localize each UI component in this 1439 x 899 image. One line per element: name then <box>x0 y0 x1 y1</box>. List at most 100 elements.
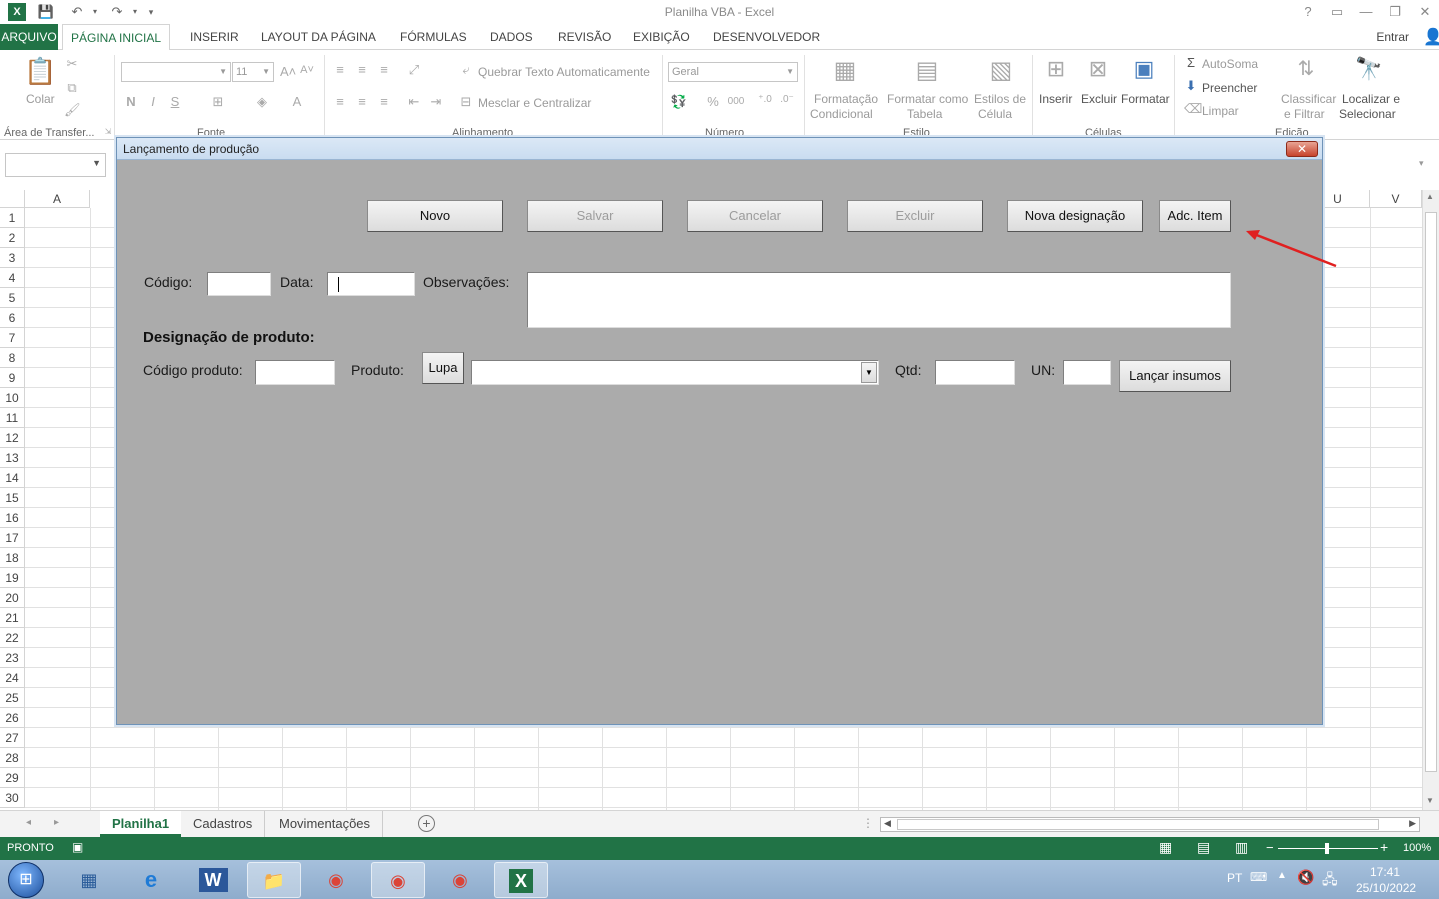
orientation-icon[interactable]: ⤢ <box>406 62 422 78</box>
clear-icon[interactable]: ⌫ <box>1184 101 1202 117</box>
name-box[interactable]: ▼ <box>5 153 106 177</box>
align-center-icon[interactable]: ≡ <box>354 94 370 109</box>
row-header[interactable]: 15 <box>0 488 25 508</box>
macro-record-icon[interactable]: ▣ <box>72 840 83 854</box>
copy-icon[interactable]: ⧉ <box>64 80 80 96</box>
format-cells-icon[interactable]: ▣ <box>1130 56 1158 82</box>
row-header[interactable]: 7 <box>0 328 25 348</box>
align-bottom-icon[interactable]: ≡ <box>376 62 392 77</box>
ie-taskbar-icon[interactable]: e <box>124 862 178 898</box>
zoom-in-icon[interactable]: + <box>1380 839 1388 855</box>
clear-button[interactable]: Limpar <box>1202 104 1239 118</box>
vertical-scrollbar[interactable]: ▲ ▼ <box>1422 190 1439 810</box>
format-cells-button[interactable]: Formatar <box>1121 92 1170 106</box>
autosum-icon[interactable]: Σ <box>1184 55 1198 70</box>
font-size-combo[interactable]: 11 ▼ <box>232 62 274 82</box>
normal-view-icon[interactable]: ▦ <box>1159 839 1172 856</box>
sort-filter-icon[interactable]: ⇅ <box>1292 56 1320 81</box>
tab-desenvolvedor[interactable]: DESENVOLVEDOR <box>705 24 828 50</box>
font-color-icon[interactable]: A <box>290 94 304 109</box>
tab-revisao[interactable]: REVISÃO <box>550 24 619 50</box>
underline-button[interactable]: S <box>168 94 182 109</box>
tab-inserir[interactable]: INSERIR <box>182 24 247 50</box>
horizontal-scroll-thumb[interactable] <box>897 819 1379 830</box>
vertical-scroll-thumb[interactable] <box>1425 212 1437 772</box>
column-header-v[interactable]: V <box>1370 190 1422 208</box>
align-middle-icon[interactable]: ≡ <box>354 62 370 77</box>
thousands-button[interactable]: 000 <box>726 96 746 107</box>
tab-layout[interactable]: LAYOUT DA PÁGINA <box>253 24 384 50</box>
row-header[interactable]: 30 <box>0 788 25 808</box>
row-header[interactable]: 1 <box>0 208 25 228</box>
row-header[interactable]: 29 <box>0 768 25 788</box>
conditional-format-icon[interactable]: ▦ <box>830 56 860 85</box>
row-header[interactable]: 13 <box>0 448 25 468</box>
data-input[interactable] <box>327 272 415 296</box>
tab-pagina-inicial[interactable]: PÁGINA INICIAL <box>62 24 171 51</box>
font-name-combo[interactable]: ▼ <box>121 62 231 82</box>
horizontal-scrollbar[interactable]: ◀ ▶ <box>880 817 1420 832</box>
row-header[interactable]: 11 <box>0 408 25 428</box>
codigo-input[interactable] <box>207 272 271 296</box>
chrome-taskbar-icon[interactable]: ◉ <box>309 862 363 898</box>
formula-expand-icon[interactable]: ▾ <box>1419 158 1424 169</box>
tab-arquivo[interactable]: ARQUIVO <box>0 24 58 50</box>
align-left-icon[interactable]: ≡ <box>332 94 348 109</box>
sort-filter-line1[interactable]: Classificar <box>1281 92 1336 106</box>
row-header[interactable]: 19 <box>0 568 25 588</box>
insert-cells-button[interactable]: Inserir <box>1039 92 1072 106</box>
delete-cells-icon[interactable]: ⊠ <box>1084 56 1112 82</box>
restore-icon[interactable]: ❐ <box>1385 3 1405 21</box>
cell-styles-icon[interactable]: ▧ <box>986 56 1016 85</box>
row-header[interactable]: 22 <box>0 628 25 648</box>
format-painter-icon[interactable]: 🖌 <box>64 102 81 118</box>
lupa-button[interactable]: Lupa <box>422 352 464 384</box>
row-header[interactable]: 25 <box>0 688 25 708</box>
delete-cells-button[interactable]: Excluir <box>1081 92 1117 106</box>
userform-close-button[interactable]: ✕ <box>1286 141 1318 157</box>
row-header[interactable]: 2 <box>0 228 25 248</box>
calculator-taskbar-icon[interactable]: ▦ <box>62 862 116 898</box>
row-header[interactable]: 23 <box>0 648 25 668</box>
keyboard-icon[interactable]: ⌨ <box>1250 870 1267 884</box>
add-sheet-icon[interactable]: + <box>418 815 435 832</box>
tab-split-handle[interactable]: ⋮ <box>862 816 874 830</box>
word-taskbar-icon[interactable]: W <box>186 862 240 898</box>
currency-icon[interactable]: 💱 <box>670 94 688 110</box>
name-box-dropdown-icon[interactable]: ▼ <box>92 158 101 168</box>
italic-button[interactable]: I <box>146 94 160 109</box>
format-as-table-line2[interactable]: Tabela <box>907 107 942 121</box>
sort-filter-line2[interactable]: e Filtrar <box>1284 107 1325 121</box>
row-header[interactable]: 8 <box>0 348 25 368</box>
excluir-button[interactable]: Excluir <box>847 200 983 232</box>
close-window-icon[interactable]: ✕ <box>1415 3 1435 21</box>
row-header[interactable]: 24 <box>0 668 25 688</box>
observacoes-textarea[interactable] <box>527 272 1231 328</box>
produto-combobox[interactable]: ▼ <box>471 360 879 385</box>
row-header[interactable]: 26 <box>0 708 25 728</box>
clipboard-launcher-icon[interactable]: ⇲ <box>104 127 112 136</box>
conditional-format-line1[interactable]: Formatação <box>814 92 878 106</box>
un-input[interactable] <box>1063 360 1111 385</box>
tab-exibicao[interactable]: EXIBIÇÃO <box>625 24 698 50</box>
codigo-produto-input[interactable] <box>255 360 335 385</box>
scroll-down-icon[interactable]: ▼ <box>1426 796 1434 805</box>
increase-indent-icon[interactable]: ⇥ <box>428 94 444 110</box>
prev-sheet-icon[interactable]: ◂ <box>26 817 31 828</box>
merge-center-button[interactable]: Mesclar e Centralizar <box>478 96 591 110</box>
row-header[interactable]: 6 <box>0 308 25 328</box>
row-header[interactable]: 12 <box>0 428 25 448</box>
row-header[interactable]: 21 <box>0 608 25 628</box>
merge-icon[interactable]: ⊟ <box>458 94 474 110</box>
chrome-profile-m-taskbar-icon[interactable]: ◉ <box>371 862 425 898</box>
explorer-taskbar-icon[interactable]: 📁 <box>247 862 301 898</box>
cell-styles-line2[interactable]: Célula <box>978 107 1012 121</box>
volume-muted-icon[interactable]: 🔇 <box>1297 869 1314 886</box>
network-icon[interactable]: 🖧 <box>1322 869 1338 893</box>
excel-taskbar-icon[interactable]: X <box>494 862 548 898</box>
nova-designacao-button[interactable]: Nova designação <box>1007 200 1143 232</box>
decrease-indent-icon[interactable]: ⇤ <box>406 94 422 110</box>
borders-icon[interactable]: ⊞ <box>210 94 226 110</box>
novo-button[interactable]: Novo <box>367 200 503 232</box>
ribbon-display-icon[interactable]: ▭ <box>1327 3 1347 21</box>
